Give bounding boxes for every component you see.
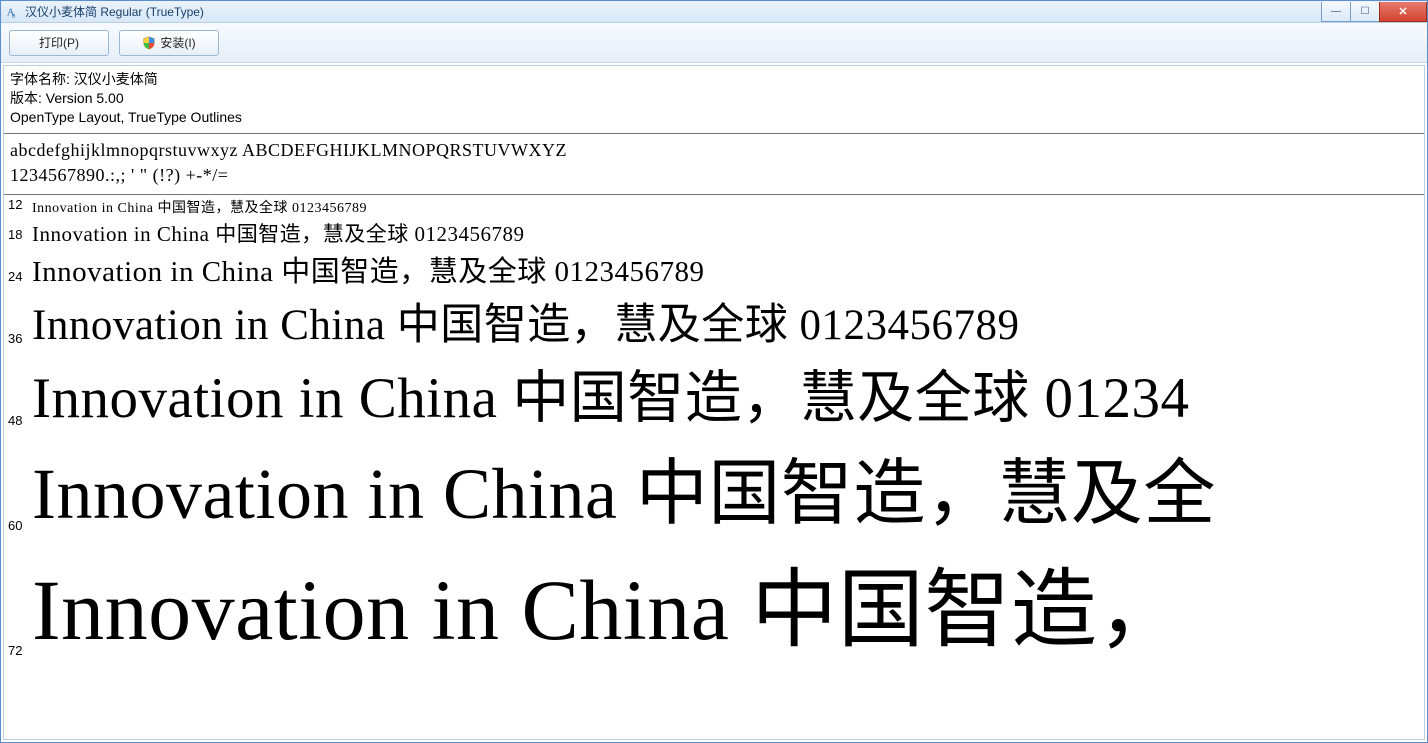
window-title: 汉仪小麦体简 Regular (TrueType) [25, 3, 1322, 20]
sample-text: Innovation in China 中国智造，慧及全球 0123456789 [32, 248, 704, 290]
print-button[interactable]: 打印(P) [9, 30, 109, 56]
window-controls: — ☐ ✕ [1322, 2, 1427, 22]
sample-row-72: 72 Innovation in China 中国智造， [4, 539, 1424, 664]
font-name-row: 字体名称: 汉仪小麦体简 [10, 70, 1418, 89]
sample-list: 12 Innovation in China 中国智造，慧及全球 0123456… [4, 195, 1424, 739]
size-label: 48 [4, 413, 32, 434]
version-label: 版本: [10, 90, 46, 106]
glyph-set: abcdefghijklmnopqrstuvwxyz ABCDEFGHIJKLM… [4, 134, 1424, 194]
font-name-label: 字体名称: [10, 71, 74, 87]
font-viewer-window: Aa 汉仪小麦体简 Regular (TrueType) — ☐ ✕ 打印(P)… [0, 0, 1428, 743]
sample-text: Innovation in China 中国智造，慧及全球 0123456789 [32, 290, 1019, 352]
size-label: 60 [4, 518, 32, 539]
size-label: 24 [4, 269, 32, 290]
size-label: 72 [4, 643, 32, 664]
font-metadata: 字体名称: 汉仪小麦体简 版本: Version 5.00 OpenType L… [4, 66, 1424, 133]
sample-text: Innovation in China 中国智造，慧及全球 0123456789 [32, 218, 524, 248]
sample-text: Innovation in China 中国智造，慧及全球 0123456789 [32, 197, 367, 217]
titlebar[interactable]: Aa 汉仪小麦体简 Regular (TrueType) — ☐ ✕ [1, 1, 1427, 23]
sample-row-36: 36 Innovation in China 中国智造，慧及全球 0123456… [4, 290, 1424, 352]
sample-row-60: 60 Innovation in China 中国智造，慧及全 [4, 434, 1424, 539]
content-area: 字体名称: 汉仪小麦体简 版本: Version 5.00 OpenType L… [3, 65, 1425, 740]
print-label: 打印(P) [39, 34, 79, 51]
minimize-button[interactable]: — [1321, 2, 1351, 22]
sample-row-48: 48 Innovation in China 中国智造，慧及全球 01234 [4, 352, 1424, 434]
sample-row-24: 24 Innovation in China 中国智造，慧及全球 0123456… [4, 248, 1424, 290]
svg-text:a: a [12, 11, 16, 19]
maximize-icon: ☐ [1361, 6, 1370, 17]
sample-row-18: 18 Innovation in China 中国智造，慧及全球 0123456… [4, 218, 1424, 248]
shield-icon [142, 36, 156, 50]
sample-row-12: 12 Innovation in China 中国智造，慧及全球 0123456… [4, 197, 1424, 218]
minimize-icon: — [1331, 6, 1341, 17]
layout-info: OpenType Layout, TrueType Outlines [10, 108, 1418, 127]
size-label: 18 [4, 227, 32, 248]
toolbar: 打印(P) 安装(I) [1, 23, 1427, 63]
version-row: 版本: Version 5.00 [10, 89, 1418, 108]
size-label: 36 [4, 331, 32, 352]
sample-text: Innovation in China 中国智造， [32, 539, 1184, 664]
close-icon: ✕ [1398, 5, 1407, 18]
close-button[interactable]: ✕ [1379, 2, 1427, 22]
app-icon: Aa [5, 4, 21, 20]
maximize-button[interactable]: ☐ [1350, 2, 1380, 22]
install-label: 安装(I) [160, 34, 195, 51]
font-name-value: 汉仪小麦体简 [74, 71, 158, 87]
sample-text: Innovation in China 中国智造，慧及全球 01234 [32, 352, 1189, 434]
version-value: Version 5.00 [46, 90, 124, 106]
install-button[interactable]: 安装(I) [119, 30, 219, 56]
size-label: 12 [4, 197, 32, 218]
glyph-line-alpha: abcdefghijklmnopqrstuvwxyz ABCDEFGHIJKLM… [10, 138, 1418, 163]
sample-text: Innovation in China 中国智造，慧及全 [32, 434, 1216, 539]
glyph-line-digits: 1234567890.:,; ' " (!?) +-*/= [10, 163, 1418, 188]
